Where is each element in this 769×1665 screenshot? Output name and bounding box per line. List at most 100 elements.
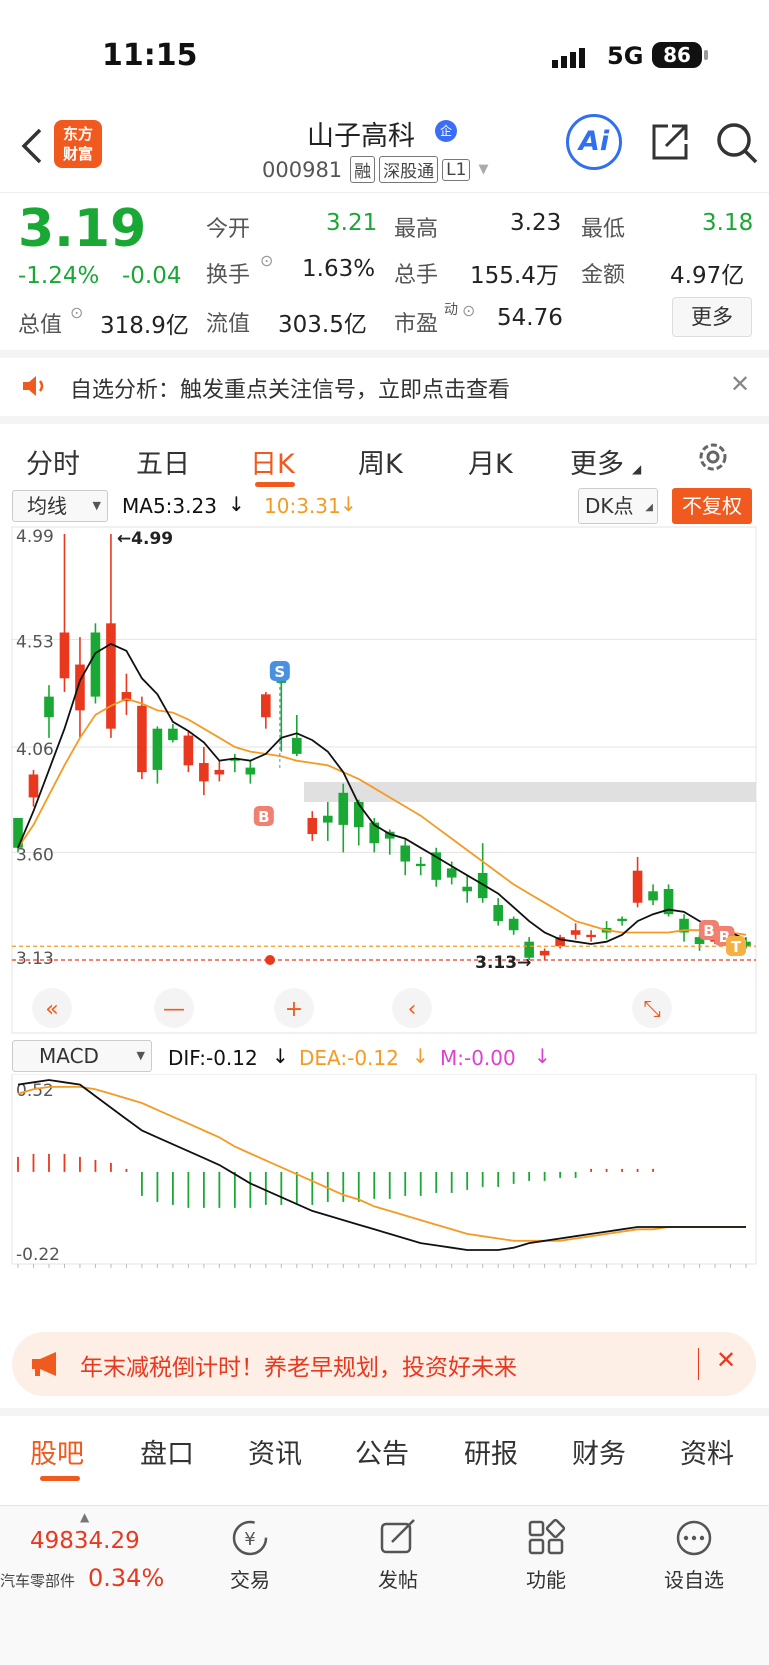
candle-body xyxy=(617,918,627,922)
logo-line1: 东方 xyxy=(62,125,93,143)
share-icon[interactable] xyxy=(648,120,692,168)
change-percent: -1.24% xyxy=(18,263,100,289)
turnover-label: 换手 xyxy=(206,263,251,288)
back-icon[interactable] xyxy=(18,126,44,170)
tab-finance[interactable]: 财务 xyxy=(572,1432,626,1471)
candle-body xyxy=(648,891,658,901)
tab-news[interactable]: 资讯 xyxy=(248,1432,302,1471)
candle-body xyxy=(137,705,147,773)
pe-label: 市盈 xyxy=(394,312,439,337)
chart-control-icon: + xyxy=(285,997,303,1022)
more-button[interactable]: 更多 xyxy=(672,297,752,337)
change-amount: -0.04 xyxy=(122,263,182,289)
logo-line2: 财富 xyxy=(62,145,93,163)
post-icon xyxy=(380,1519,415,1554)
tab-weekly-k[interactable]: 周K xyxy=(358,442,403,481)
volume-label: 总手 xyxy=(394,263,439,288)
tab-more[interactable]: 更多 xyxy=(570,442,624,481)
signal-icon xyxy=(552,46,592,74)
tab-pankou[interactable]: 盘口 xyxy=(140,1432,194,1471)
max-price-label: ←4.99 xyxy=(117,529,173,549)
dropdown-icon[interactable]: ▼ xyxy=(478,162,488,177)
close-icon[interactable]: ✕ xyxy=(730,370,750,398)
candle-body xyxy=(632,870,643,903)
tab-profile[interactable]: 资料 xyxy=(680,1432,734,1471)
index-value[interactable]: 49834.29 xyxy=(30,1528,140,1554)
chart-control-icon: ‹ xyxy=(408,997,417,1022)
tab-monthly-k[interactable]: 月K xyxy=(468,442,513,481)
enterprise-badge: 企 xyxy=(435,120,457,142)
dea-line xyxy=(17,1086,746,1242)
candle-body xyxy=(338,792,349,825)
buy-marker: B xyxy=(258,808,269,826)
candle-body xyxy=(292,737,302,754)
ai-label: Ai xyxy=(578,126,610,157)
notice-bar[interactable]: 自选分析：触发重点关注信号，立即点击查看 ✕ xyxy=(0,350,769,416)
tab-guba[interactable]: 股吧 xyxy=(30,1432,84,1471)
info-icon[interactable]: ⊙ xyxy=(260,251,273,270)
index-change: 0.34% xyxy=(88,1564,165,1592)
tab-announcements[interactable]: 公告 xyxy=(355,1432,409,1471)
tab-research[interactable]: 研报 xyxy=(464,1432,518,1471)
candle-body xyxy=(28,774,39,798)
active-tab-indicator xyxy=(255,482,295,487)
pe-value: 54.76 xyxy=(497,305,563,331)
candle-body xyxy=(462,886,472,892)
candle-body xyxy=(446,868,457,878)
more-label: 更多 xyxy=(691,305,733,329)
candle-body xyxy=(183,735,194,766)
candle-body xyxy=(152,728,163,770)
mktcap-value: 318.9亿 xyxy=(100,313,189,339)
banner-text: 年末减税倒计时！养老早规划，投资好未来 xyxy=(80,1355,517,1381)
chart-tab-bar: 分时 五日 日K 周K 月K 更多 ◢ xyxy=(0,416,769,487)
chart-control-icon: « xyxy=(45,997,58,1022)
ma10-legend: 10:3.31 xyxy=(264,494,341,518)
turnover-value: 1.63% xyxy=(302,256,376,282)
tab-five-day[interactable]: 五日 xyxy=(136,442,190,481)
dk-point-select[interactable]: DK点 ◢ xyxy=(578,488,658,524)
ai-button[interactable]: Ai xyxy=(566,114,622,170)
adjust-button[interactable]: 不复权 xyxy=(672,488,752,524)
battery-cap xyxy=(704,50,708,60)
bottom-bar: ▲ 49834.29 汽车零部件 0.34% ¥ 交易 发帖 功能 设自选 xyxy=(0,1505,769,1665)
chart-control-icon: ⤡ xyxy=(643,997,661,1022)
close-icon[interactable]: ✕ xyxy=(716,1346,736,1374)
kline-chart[interactable]: 4.994.534.063.603.13←4.993.13→SBB BT« — + ‹ ⤡ xyxy=(0,526,769,1038)
indicator-select-label: 均线 xyxy=(27,494,67,518)
macd-select-label: MACD xyxy=(39,1044,99,1068)
macd-chart[interactable]: 0.52-0.222025092920251027202511182025121… xyxy=(0,1074,769,1274)
ma5-legend: MA5:3.23 xyxy=(122,494,217,518)
low-value: 3.18 xyxy=(702,210,754,236)
candle-body xyxy=(322,815,333,823)
dropdown-icon: ▼ xyxy=(92,499,101,512)
macd-select[interactable]: MACD ▼ xyxy=(12,1040,152,1072)
active-tab-indicator xyxy=(40,1476,80,1481)
stock-header: 东方 财富 山子高科 企 000981 融 深股通 L1 ▼ Ai xyxy=(0,110,769,192)
info-icon[interactable]: ⊙ xyxy=(70,303,83,322)
y-tick-label: 3.60 xyxy=(16,845,54,865)
indicator-select[interactable]: 均线 ▼ xyxy=(12,490,108,522)
nav-function[interactable]: 功能 xyxy=(514,1518,578,1593)
candle-body xyxy=(586,934,596,938)
nav-watchlist[interactable]: 设自选 xyxy=(654,1518,734,1593)
nav-post[interactable]: 发帖 xyxy=(366,1518,430,1593)
promo-banner[interactable]: 年末减税倒计时！养老早规划，投资好未来 ✕ xyxy=(12,1332,756,1396)
candle-body xyxy=(415,863,426,867)
info-icon[interactable]: ⊙ xyxy=(462,301,475,320)
tab-daily-k[interactable]: 日K xyxy=(250,442,295,481)
nav-trade[interactable]: ¥ 交易 xyxy=(218,1518,282,1593)
resistance-band xyxy=(304,782,756,802)
tab-intraday[interactable]: 分时 xyxy=(26,442,80,481)
candle-body xyxy=(539,950,550,956)
search-icon[interactable] xyxy=(714,120,760,170)
m-arrow-icon: ↓ xyxy=(534,1044,551,1068)
candle-body xyxy=(307,818,318,835)
min-price-label: 3.13→ xyxy=(475,953,531,973)
candle-body xyxy=(199,763,209,782)
settings-icon[interactable] xyxy=(696,440,730,478)
candle-body xyxy=(44,696,54,718)
mktcap-label: 总值 xyxy=(18,313,63,338)
chart-frame xyxy=(11,526,757,1034)
section-tab-bar: 股吧 盘口 资讯 公告 研报 财务 资料 xyxy=(0,1408,769,1481)
t-marker: T xyxy=(731,938,742,956)
